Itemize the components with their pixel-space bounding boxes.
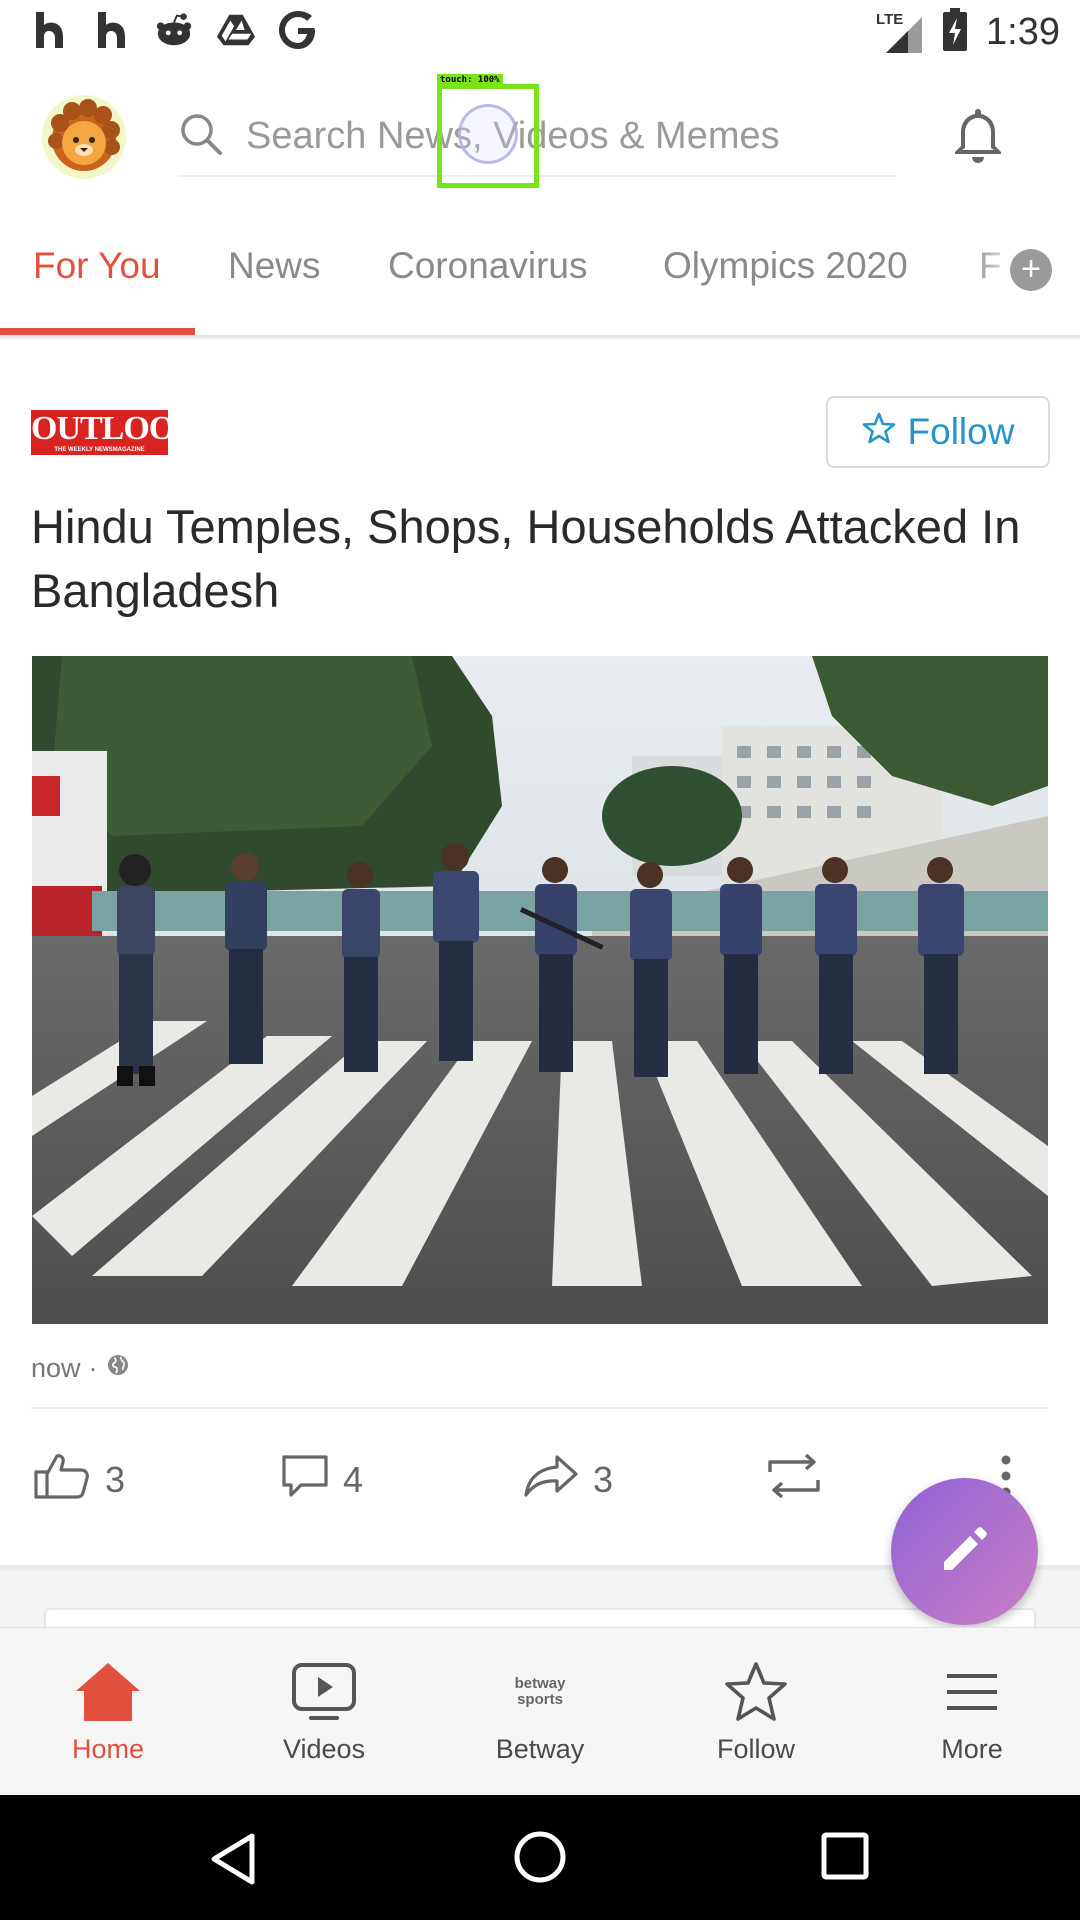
- lte-signal-icon: LTE: [876, 11, 924, 55]
- betway-icon: betway sports: [504, 1658, 576, 1726]
- repost-icon: [762, 1453, 826, 1507]
- share-icon: [523, 1454, 579, 1507]
- like-button[interactable]: 3: [33, 1430, 125, 1530]
- comment-count: 4: [343, 1459, 364, 1500]
- nav-more[interactable]: More: [864, 1628, 1080, 1796]
- search-input[interactable]: [246, 114, 886, 158]
- globe-icon: [106, 1353, 130, 1384]
- comment-icon: [281, 1454, 329, 1507]
- share-count: 3: [593, 1459, 614, 1500]
- recents-icon[interactable]: [820, 1831, 870, 1881]
- home-icon: [72, 1658, 144, 1726]
- tab-for-you[interactable]: For You: [33, 245, 161, 287]
- h-app-icon: [30, 10, 70, 50]
- nav-videos-label: Videos: [282, 1734, 366, 1764]
- nav-more-label: More: [941, 1734, 1003, 1764]
- nav-betway-label: Betway: [495, 1734, 585, 1764]
- divider: [31, 1407, 1048, 1409]
- post-time: now: [31, 1353, 81, 1383]
- follow-button-label: Follow: [907, 411, 1015, 452]
- status-bar: LTE 1:39: [0, 0, 1080, 63]
- drive-icon: [216, 10, 256, 50]
- system-navigation-bar: [0, 1795, 1080, 1920]
- status-system-icons: LTE 1:39: [876, 8, 1060, 57]
- reddit-icon: [154, 10, 194, 50]
- share-button[interactable]: 3: [523, 1430, 613, 1530]
- status-time: 1:39: [986, 11, 1060, 53]
- tab-olympics-2020[interactable]: Olympics 2020: [663, 245, 908, 287]
- tab-coronavirus[interactable]: Coronavirus: [388, 245, 587, 287]
- compose-post-button[interactable]: [891, 1478, 1038, 1625]
- pencil-icon: [934, 1518, 996, 1585]
- nav-betway[interactable]: betway sports Betway: [432, 1628, 648, 1796]
- battery-icon: [942, 8, 968, 57]
- bottom-navigation: Home Videos betway sports Betway Follow …: [0, 1627, 1080, 1795]
- nav-home[interactable]: Home: [0, 1628, 216, 1796]
- add-tab-button[interactable]: +: [1010, 249, 1052, 291]
- lion-avatar-icon[interactable]: [42, 95, 126, 179]
- follow-button[interactable]: Follow: [826, 396, 1050, 468]
- search-icon: [178, 111, 224, 162]
- betway-logo-text: betway sports: [514, 1675, 566, 1708]
- source-logo[interactable]: OUTLOOK THE WEEKLY NEWSMAGAZINE: [31, 410, 201, 455]
- back-icon[interactable]: [206, 1831, 262, 1887]
- touch-indicator-circle: [458, 104, 518, 164]
- active-tab-indicator: [0, 328, 195, 335]
- star-icon: [720, 1658, 792, 1726]
- video-icon: [288, 1658, 360, 1726]
- nav-follow[interactable]: Follow: [648, 1628, 864, 1796]
- source-tagline: THE WEEKLY NEWSMAGAZINE: [54, 447, 145, 453]
- nav-videos[interactable]: Videos: [216, 1628, 432, 1796]
- menu-icon: [936, 1658, 1008, 1726]
- h-app-icon: [92, 10, 132, 50]
- source-name: OUTLOOK: [31, 410, 201, 447]
- post-headline[interactable]: Hindu Temples, Shops, Households Attacke…: [31, 495, 1051, 623]
- post-card[interactable]: OUTLOOK THE WEEKLY NEWSMAGAZINE Follow H…: [0, 370, 1080, 1570]
- google-icon: [278, 10, 318, 50]
- like-count: 3: [105, 1459, 126, 1500]
- thumbs-up-icon: [33, 1452, 91, 1509]
- status-notification-icons: [30, 10, 318, 50]
- repost-button[interactable]: [762, 1430, 826, 1530]
- comment-button[interactable]: 4: [281, 1430, 363, 1530]
- home-circle-icon[interactable]: [512, 1829, 568, 1885]
- post-meta: now ·: [31, 1353, 130, 1384]
- post-image[interactable]: [32, 656, 1048, 1324]
- meta-separator: ·: [88, 1353, 98, 1383]
- category-tabs: For You News Coronavirus Olympics 2020 F…: [0, 213, 1080, 335]
- bell-icon[interactable]: [946, 103, 1010, 167]
- tab-news[interactable]: News: [228, 245, 321, 287]
- star-outline-icon: [862, 411, 896, 454]
- app-header: [0, 63, 1080, 213]
- nav-follow-label: Follow: [716, 1734, 796, 1764]
- nav-home-label: Home: [71, 1734, 145, 1764]
